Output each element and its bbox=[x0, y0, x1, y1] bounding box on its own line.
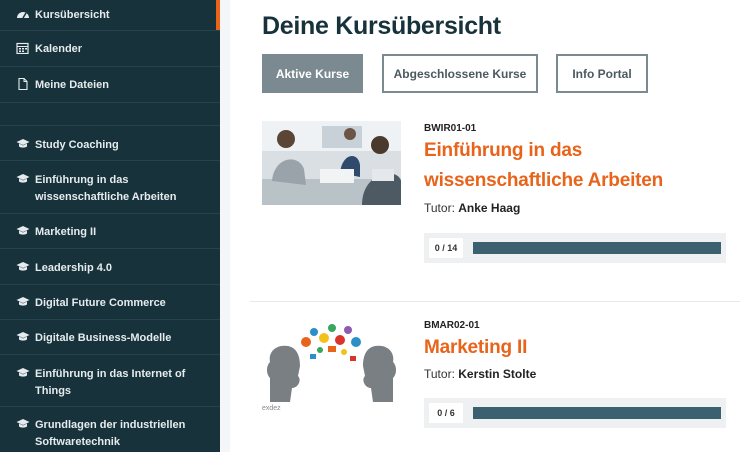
course-tutor: Tutor: Kerstin Stolte bbox=[424, 367, 537, 381]
sidebar-item-leadership[interactable]: Leadership 4.0 bbox=[0, 260, 220, 277]
file-icon bbox=[18, 78, 28, 90]
course-image[interactable] bbox=[262, 318, 401, 402]
graduation-cap-icon bbox=[16, 139, 30, 148]
course-title[interactable]: Einführung in das wissenschaftliche Arbe… bbox=[424, 136, 663, 196]
graduation-cap-icon bbox=[16, 368, 30, 377]
course-code: BMAR02-01 bbox=[424, 320, 480, 331]
sidebar-item-meine-dateien[interactable]: Meine Dateien bbox=[0, 77, 220, 94]
sidebar-item-kalender[interactable]: Kalender bbox=[0, 41, 220, 58]
progress-bar bbox=[473, 242, 721, 254]
graduation-cap-icon bbox=[16, 262, 30, 271]
page-title: Deine Kursübersicht bbox=[262, 12, 501, 40]
sidebar-item-einfuehrung-wissenschaftliches-arbeiten[interactable]: Einführung in das wissenschaftliche Arbe… bbox=[0, 172, 220, 205]
course-image[interactable] bbox=[262, 121, 401, 205]
dashboard-icon bbox=[17, 12, 29, 19]
calendar-icon bbox=[16, 42, 29, 54]
sidebar-item-internet-of-things[interactable]: Einführung in das Internet of Things bbox=[0, 366, 220, 399]
graduation-cap-icon bbox=[16, 332, 30, 341]
course-code: BWIR01-01 bbox=[424, 123, 477, 134]
sidebar-item-kursuebersicht[interactable]: Kursübersicht bbox=[0, 7, 220, 24]
graduation-cap-icon bbox=[16, 297, 30, 306]
progress-bar bbox=[473, 407, 721, 419]
course-tutor: Tutor: Anke Haag bbox=[424, 201, 521, 215]
image-caption: exdez bbox=[262, 405, 281, 412]
sidebar-gutter bbox=[220, 0, 230, 452]
progress-count: 0 / 14 bbox=[429, 238, 463, 258]
tab-info-portal[interactable]: Info Portal bbox=[556, 54, 648, 93]
course-progress: 0 / 6 bbox=[424, 398, 726, 428]
sidebar-item-marketing-ii[interactable]: Marketing II bbox=[0, 224, 220, 241]
sidebar-item-industrielle-softwaretechnik[interactable]: Grundlagen der industriellen Softwaretec… bbox=[0, 417, 220, 450]
graduation-cap-icon bbox=[16, 226, 30, 235]
tab-abgeschlossene-kurse[interactable]: Abgeschlossene Kurse bbox=[382, 54, 538, 93]
tab-aktive-kurse[interactable]: Aktive Kurse bbox=[262, 54, 363, 93]
graduation-cap-icon bbox=[16, 174, 30, 183]
sidebar-item-digital-future-commerce[interactable]: Digital Future Commerce bbox=[0, 295, 220, 312]
course-divider bbox=[250, 301, 740, 302]
sidebar: Kursübersicht Kalender Meine Dateien Stu… bbox=[0, 0, 220, 452]
graduation-cap-icon bbox=[16, 419, 30, 428]
course-title[interactable]: Marketing II bbox=[424, 333, 527, 363]
sidebar-item-study-coaching[interactable]: Study Coaching bbox=[0, 137, 220, 154]
sidebar-item-digitale-business-modelle[interactable]: Digitale Business-Modelle bbox=[0, 330, 220, 347]
course-progress: 0 / 14 bbox=[424, 233, 726, 263]
progress-count: 0 / 6 bbox=[429, 403, 463, 423]
